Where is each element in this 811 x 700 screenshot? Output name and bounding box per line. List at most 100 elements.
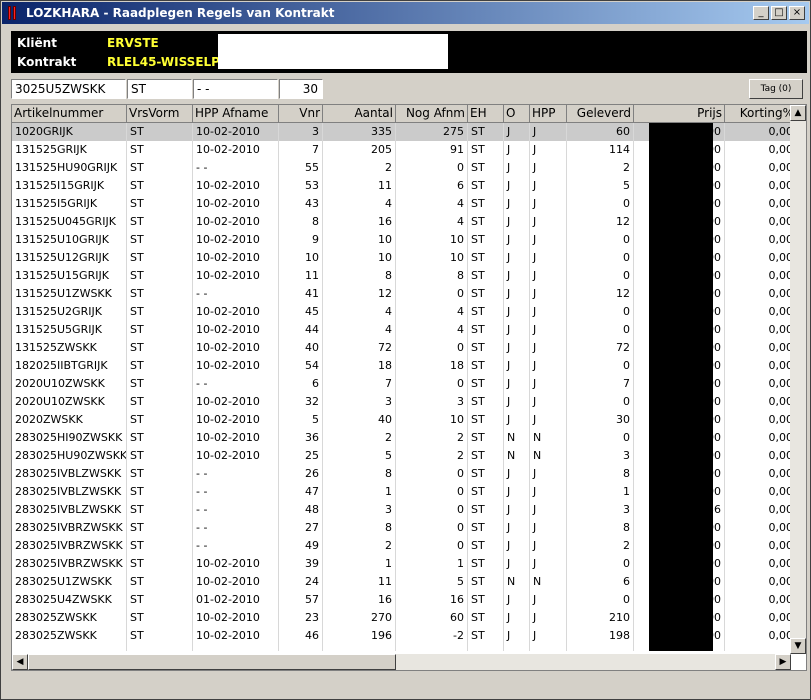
- table-cell: 4: [323, 195, 396, 213]
- table-cell: 0: [396, 339, 468, 357]
- table-cell: 36: [279, 429, 323, 447]
- table-cell: - -: [193, 465, 279, 483]
- table-cell: 10-02-2010: [193, 231, 279, 249]
- table-cell: 2020U10ZWSKK: [12, 375, 127, 393]
- discount-cell: 0,00: [725, 393, 797, 411]
- table-cell: ST: [127, 537, 193, 555]
- table-cell: J: [530, 321, 567, 339]
- column-header[interactable]: Prijs: [634, 105, 725, 123]
- discount-cell: 0,00: [725, 627, 797, 645]
- column-header[interactable]: VrsVorm: [127, 105, 193, 123]
- table-cell: 16: [323, 213, 396, 231]
- table-cell: 25: [279, 447, 323, 465]
- table-cell: 26: [279, 465, 323, 483]
- column-header[interactable]: Vnr: [279, 105, 323, 123]
- column-header[interactable]: HPP: [530, 105, 567, 123]
- column-header[interactable]: Nog Afnm: [396, 105, 468, 123]
- table-cell: 11: [323, 177, 396, 195]
- maximize-button[interactable]: □: [771, 6, 787, 20]
- table-cell: 10: [279, 249, 323, 267]
- table-cell: - -: [193, 285, 279, 303]
- table-cell: 10: [323, 231, 396, 249]
- table-cell: ST: [127, 411, 193, 429]
- form-filter-field[interactable]: ST: [127, 79, 192, 99]
- minimize-button[interactable]: _: [753, 6, 769, 20]
- table-cell: ST: [127, 123, 193, 141]
- table-cell: 2: [323, 537, 396, 555]
- column-header[interactable]: HPP Afname: [193, 105, 279, 123]
- table-cell: 10-02-2010: [193, 195, 279, 213]
- scroll-left-icon[interactable]: ◀: [12, 654, 28, 670]
- table-cell: ST: [468, 303, 504, 321]
- discount-cell: 0,00: [725, 339, 797, 357]
- vertical-scrollbar[interactable]: ▲ ▼: [790, 105, 806, 654]
- horizontal-scroll-thumb[interactable]: [28, 654, 396, 670]
- table-cell: ST: [127, 141, 193, 159]
- table-cell: ST: [468, 285, 504, 303]
- table-cell: ST: [468, 141, 504, 159]
- column-header[interactable]: Artikelnummer: [12, 105, 127, 123]
- table-cell: 131525I5GRIJK: [12, 195, 127, 213]
- table-cell: 57: [279, 591, 323, 609]
- table-cell: 5: [323, 447, 396, 465]
- close-button[interactable]: ×: [789, 6, 805, 20]
- table-cell: J: [504, 555, 530, 573]
- table-cell: J: [504, 591, 530, 609]
- table-cell: 0: [567, 267, 634, 285]
- discount-cell: 0,00: [725, 213, 797, 231]
- column-divider: [395, 645, 396, 651]
- table-cell: J: [530, 249, 567, 267]
- table-cell: 283025IVBRZWSKK: [12, 519, 127, 537]
- discount-cell: 0,00: [725, 267, 797, 285]
- table-cell: 10-02-2010: [193, 555, 279, 573]
- table-cell: ST: [468, 465, 504, 483]
- table-cell: ST: [468, 411, 504, 429]
- table-cell: J: [504, 501, 530, 519]
- table-cell: 11: [323, 573, 396, 591]
- table-cell: 0: [396, 285, 468, 303]
- column-header[interactable]: Korting%: [725, 105, 797, 123]
- table-cell: 2: [323, 429, 396, 447]
- client-label: Kliënt: [17, 36, 57, 50]
- table-cell: ST: [468, 159, 504, 177]
- table-cell: 131525GRIJK: [12, 141, 127, 159]
- table-cell: ST: [127, 519, 193, 537]
- column-header[interactable]: O: [504, 105, 530, 123]
- table-cell: J: [504, 123, 530, 141]
- table-cell: 10-02-2010: [193, 141, 279, 159]
- table-cell: ST: [468, 123, 504, 141]
- discount-cell: 0,00: [725, 231, 797, 249]
- table-cell: 16: [323, 591, 396, 609]
- contract-label: Kontrakt: [17, 55, 77, 69]
- table-cell: 45: [279, 303, 323, 321]
- table-cell: 10: [396, 249, 468, 267]
- column-header[interactable]: Geleverd: [567, 105, 634, 123]
- table-cell: ST: [468, 357, 504, 375]
- column-header[interactable]: EH: [468, 105, 504, 123]
- table-cell: J: [504, 609, 530, 627]
- table-cell: 18: [396, 357, 468, 375]
- table-cell: ST: [127, 339, 193, 357]
- table-cell: J: [530, 483, 567, 501]
- article-filter-field[interactable]: 3025U5ZWSKK: [11, 79, 126, 99]
- table-cell: ST: [127, 465, 193, 483]
- table-cell: ST: [127, 303, 193, 321]
- scroll-down-icon[interactable]: ▼: [790, 638, 806, 654]
- table-cell: 27: [279, 519, 323, 537]
- table-cell: 283025IVBLZWSKK: [12, 483, 127, 501]
- tag-button[interactable]: Tag (0): [749, 79, 803, 99]
- scroll-right-icon[interactable]: ▶: [775, 654, 791, 670]
- horizontal-scrollbar[interactable]: ◀ ▶: [12, 654, 791, 670]
- date-filter-field[interactable]: - -: [193, 79, 278, 99]
- table-cell: ST: [127, 591, 193, 609]
- contract-lines-grid[interactable]: Artikelnummer VrsVorm HPP Afname Vnr Aantal N…: [11, 104, 807, 671]
- table-cell: 55: [279, 159, 323, 177]
- table-cell: N: [504, 429, 530, 447]
- table-cell: ST: [127, 375, 193, 393]
- table-cell: 44: [279, 321, 323, 339]
- table-cell: ST: [127, 573, 193, 591]
- scroll-up-icon[interactable]: ▲: [790, 105, 806, 121]
- table-cell: 1: [396, 555, 468, 573]
- table-cell: 4: [396, 303, 468, 321]
- column-header[interactable]: Aantal: [323, 105, 396, 123]
